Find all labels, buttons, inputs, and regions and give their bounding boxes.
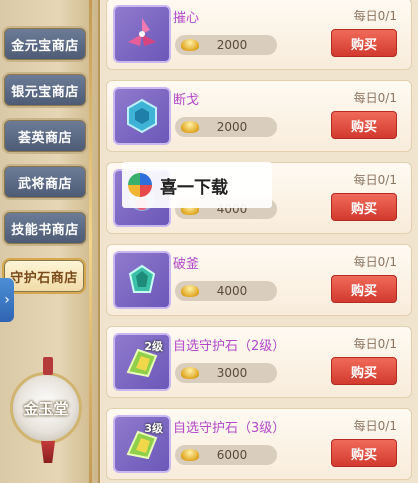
buy-button[interactable]: 购买 xyxy=(331,111,397,139)
price-tag: 3000 xyxy=(175,363,277,383)
daily-limit: 每日0/1 xyxy=(353,173,397,187)
item-name: 破釜 xyxy=(173,257,200,272)
guardian-stone-icon: 3级 xyxy=(113,415,171,473)
jinyutang-button[interactable]: 金玉堂 xyxy=(10,357,82,444)
gold-ingot-icon xyxy=(181,449,199,461)
gold-ingot-icon xyxy=(181,367,199,379)
shop-item: 破釜 每日0/1 4000 购买 xyxy=(106,244,412,316)
price-value: 2000 xyxy=(216,38,248,52)
daily-limit: 每日0/1 xyxy=(353,419,397,433)
level-badge: 3级 xyxy=(144,422,163,435)
jinyutang-label: 金玉堂 xyxy=(23,399,69,418)
watermark-text: 喜一下载 xyxy=(160,177,228,198)
price-tag: 2000 xyxy=(175,35,277,55)
price-value: 6000 xyxy=(216,448,248,462)
tab-general-shop[interactable]: 武将商店 xyxy=(2,164,88,200)
buy-button[interactable]: 购买 xyxy=(331,357,397,385)
gem-icon xyxy=(113,251,171,309)
buy-button[interactable]: 购买 xyxy=(331,29,397,57)
shop-item: 2级 自选守护石（2级） 每日0/1 3000 购买 xyxy=(106,326,412,398)
price-tag: 6000 xyxy=(175,445,277,465)
price-value: 3000 xyxy=(216,366,248,380)
shop-sidebar: 金元宝商店 银元宝商店 荟英商店 武将商店 技能书商店 守护石商店 › 金玉堂 xyxy=(0,0,100,483)
buy-button[interactable]: 购买 xyxy=(331,275,397,303)
item-name: 自选守护石（3级） xyxy=(173,421,286,436)
gem-icon xyxy=(113,87,171,145)
daily-limit: 每日0/1 xyxy=(353,337,397,351)
item-name: 断戈 xyxy=(173,93,200,108)
price-tag: 4000 xyxy=(175,281,277,301)
level-badge: 2级 xyxy=(144,340,163,353)
daily-limit: 每日0/1 xyxy=(353,91,397,105)
shop-item: 3级 自选守护石（3级） 每日0/1 6000 购买 xyxy=(106,408,412,480)
gold-ingot-icon xyxy=(181,39,199,51)
item-name: 自选守护石（2级） xyxy=(173,339,286,354)
gem-icon xyxy=(113,5,171,63)
buy-button[interactable]: 购买 xyxy=(331,193,397,221)
guardian-stone-icon: 2级 xyxy=(113,333,171,391)
chevron-right-icon[interactable]: › xyxy=(0,278,14,322)
gold-ingot-icon xyxy=(181,121,199,133)
daily-limit: 每日0/1 xyxy=(353,255,397,269)
shop-item: 断戈 每日0/1 2000 购买 xyxy=(106,80,412,152)
tab-huiying-shop[interactable]: 荟英商店 xyxy=(2,118,88,154)
price-value: 2000 xyxy=(216,120,248,134)
watermark: 喜一下载 xyxy=(122,162,272,208)
gold-ingot-icon xyxy=(181,285,199,297)
price-value: 4000 xyxy=(216,284,248,298)
watermark-logo-icon xyxy=(128,173,152,197)
price-tag: 2000 xyxy=(175,117,277,137)
tab-gold-ingot-shop[interactable]: 金元宝商店 xyxy=(2,26,88,62)
tab-skill-book-shop[interactable]: 技能书商店 xyxy=(2,210,88,246)
shop-item: 摧心 每日0/1 2000 购买 xyxy=(106,0,412,70)
tab-silver-ingot-shop[interactable]: 银元宝商店 xyxy=(2,72,88,108)
item-name: 摧心 xyxy=(173,11,200,26)
buy-button[interactable]: 购买 xyxy=(331,439,397,467)
tab-guardian-stone-shop[interactable]: 守护石商店 xyxy=(2,258,86,294)
daily-limit: 每日0/1 xyxy=(353,9,397,23)
